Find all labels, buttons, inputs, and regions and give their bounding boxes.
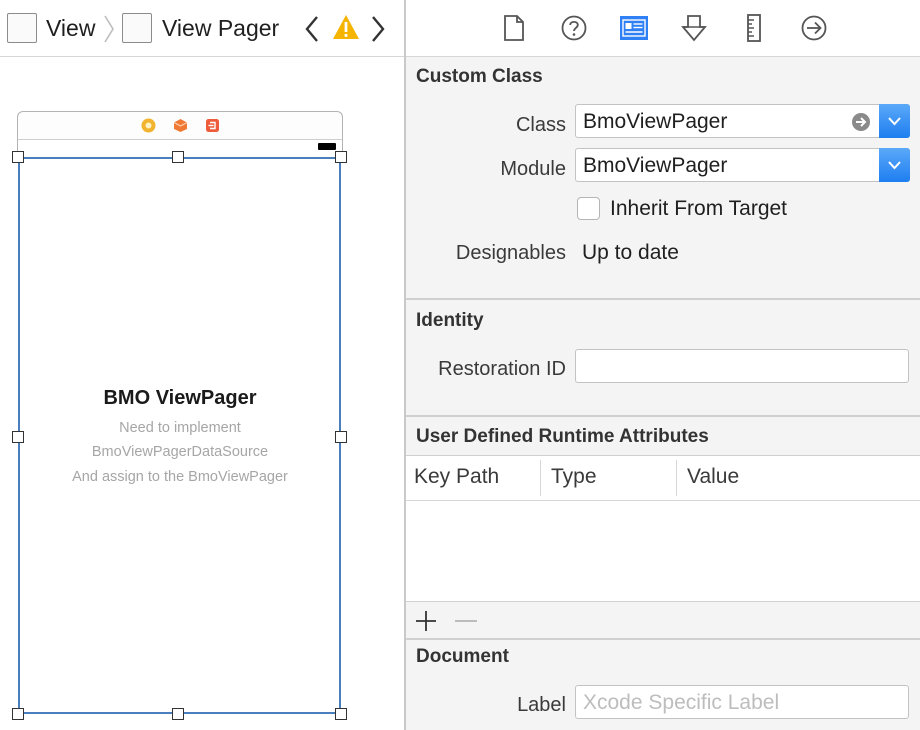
view-title: BMO ViewPager xyxy=(103,387,257,409)
module-label: Module xyxy=(500,158,566,180)
restoration-id-field[interactable] xyxy=(575,349,909,383)
class-label: Class xyxy=(515,114,566,136)
table-controls xyxy=(406,601,920,638)
view-controller-icon[interactable] xyxy=(141,118,156,133)
view-icon[interactable] xyxy=(122,13,152,43)
column-divider[interactable] xyxy=(676,460,677,496)
battery-icon xyxy=(318,143,336,150)
section-title: User Defined Runtime Attributes xyxy=(416,426,709,447)
header-divider xyxy=(406,500,920,501)
section-title: Custom Class xyxy=(416,66,543,87)
runtime-attributes-table[interactable]: Key Path Type Value xyxy=(406,455,920,601)
module-combobox[interactable]: BmoViewPager xyxy=(575,148,910,182)
section-divider xyxy=(406,298,920,300)
section-title: Identity xyxy=(416,310,484,331)
view-subtitle-line: BmoViewPagerDataSource xyxy=(91,444,269,460)
identity-inspector-icon[interactable] xyxy=(619,13,649,43)
column-divider[interactable] xyxy=(540,460,541,496)
attributes-inspector-icon[interactable] xyxy=(679,13,709,43)
inherit-from-target-checkbox[interactable] xyxy=(577,197,600,220)
chevron-down-icon xyxy=(888,117,901,126)
resize-handle[interactable] xyxy=(335,151,347,163)
quick-help-icon[interactable] xyxy=(559,13,589,43)
document-label-label: Label xyxy=(517,694,566,716)
warning-icon[interactable] xyxy=(332,14,360,40)
module-value: BmoViewPager xyxy=(583,154,728,177)
first-responder-icon[interactable] xyxy=(173,118,188,133)
column-header-type[interactable]: Type xyxy=(551,465,597,489)
section-title: Document xyxy=(416,646,509,667)
document-label-field[interactable]: Xcode Specific Label xyxy=(575,685,909,719)
file-inspector-icon[interactable] xyxy=(499,13,529,43)
jump-bar: View View Pager xyxy=(0,0,405,57)
breadcrumb-separator-icon xyxy=(104,15,114,43)
resize-handle[interactable] xyxy=(172,151,184,163)
inspector-tab-bar xyxy=(406,0,920,57)
go-to-class-icon[interactable] xyxy=(851,112,871,132)
exit-icon[interactable] xyxy=(205,118,220,133)
view-icon[interactable] xyxy=(7,13,37,43)
breadcrumb-item-view-pager[interactable]: View Pager xyxy=(162,15,279,42)
chevron-down-icon xyxy=(888,161,901,170)
resize-handle[interactable] xyxy=(12,151,24,163)
resize-handle[interactable] xyxy=(172,708,184,720)
designables-label: Designables xyxy=(455,242,566,264)
resize-handle[interactable] xyxy=(335,708,347,720)
section-divider xyxy=(406,415,920,417)
connections-inspector-icon[interactable] xyxy=(799,13,829,43)
module-dropdown-button[interactable] xyxy=(879,148,910,182)
size-inspector-icon[interactable] xyxy=(739,13,769,43)
class-combobox[interactable]: BmoViewPager xyxy=(575,104,910,138)
breadcrumb-item-view[interactable]: View xyxy=(46,15,95,42)
designables-value: Up to date xyxy=(582,241,679,264)
inspector-pane: Custom Class Class BmoViewPager Module B… xyxy=(406,0,920,730)
view-subtitle-line: Need to implement xyxy=(119,420,241,436)
resize-handle[interactable] xyxy=(12,708,24,720)
canvas-pane: View View Pager BMO ViewPager Need to im… xyxy=(0,0,405,730)
remove-attribute-icon[interactable] xyxy=(454,610,478,632)
class-value: BmoViewPager xyxy=(583,110,728,133)
chevron-right-icon[interactable] xyxy=(369,14,387,44)
document-label-placeholder: Xcode Specific Label xyxy=(583,691,780,714)
scene[interactable]: BMO ViewPager Need to implement BmoViewP… xyxy=(12,111,347,721)
scene-dock xyxy=(17,111,343,139)
inherit-from-target-label[interactable]: Inherit From Target xyxy=(610,197,787,221)
column-header-key-path[interactable]: Key Path xyxy=(414,465,499,489)
restoration-id-label: Restoration ID xyxy=(438,358,566,380)
view-subtitle-line: And assign to the BmoViewPager xyxy=(72,469,288,485)
add-attribute-icon[interactable] xyxy=(415,610,437,632)
section-divider xyxy=(406,638,920,640)
chevron-left-icon[interactable] xyxy=(303,14,321,44)
column-header-value[interactable]: Value xyxy=(687,465,739,489)
class-dropdown-button[interactable] xyxy=(879,104,910,138)
